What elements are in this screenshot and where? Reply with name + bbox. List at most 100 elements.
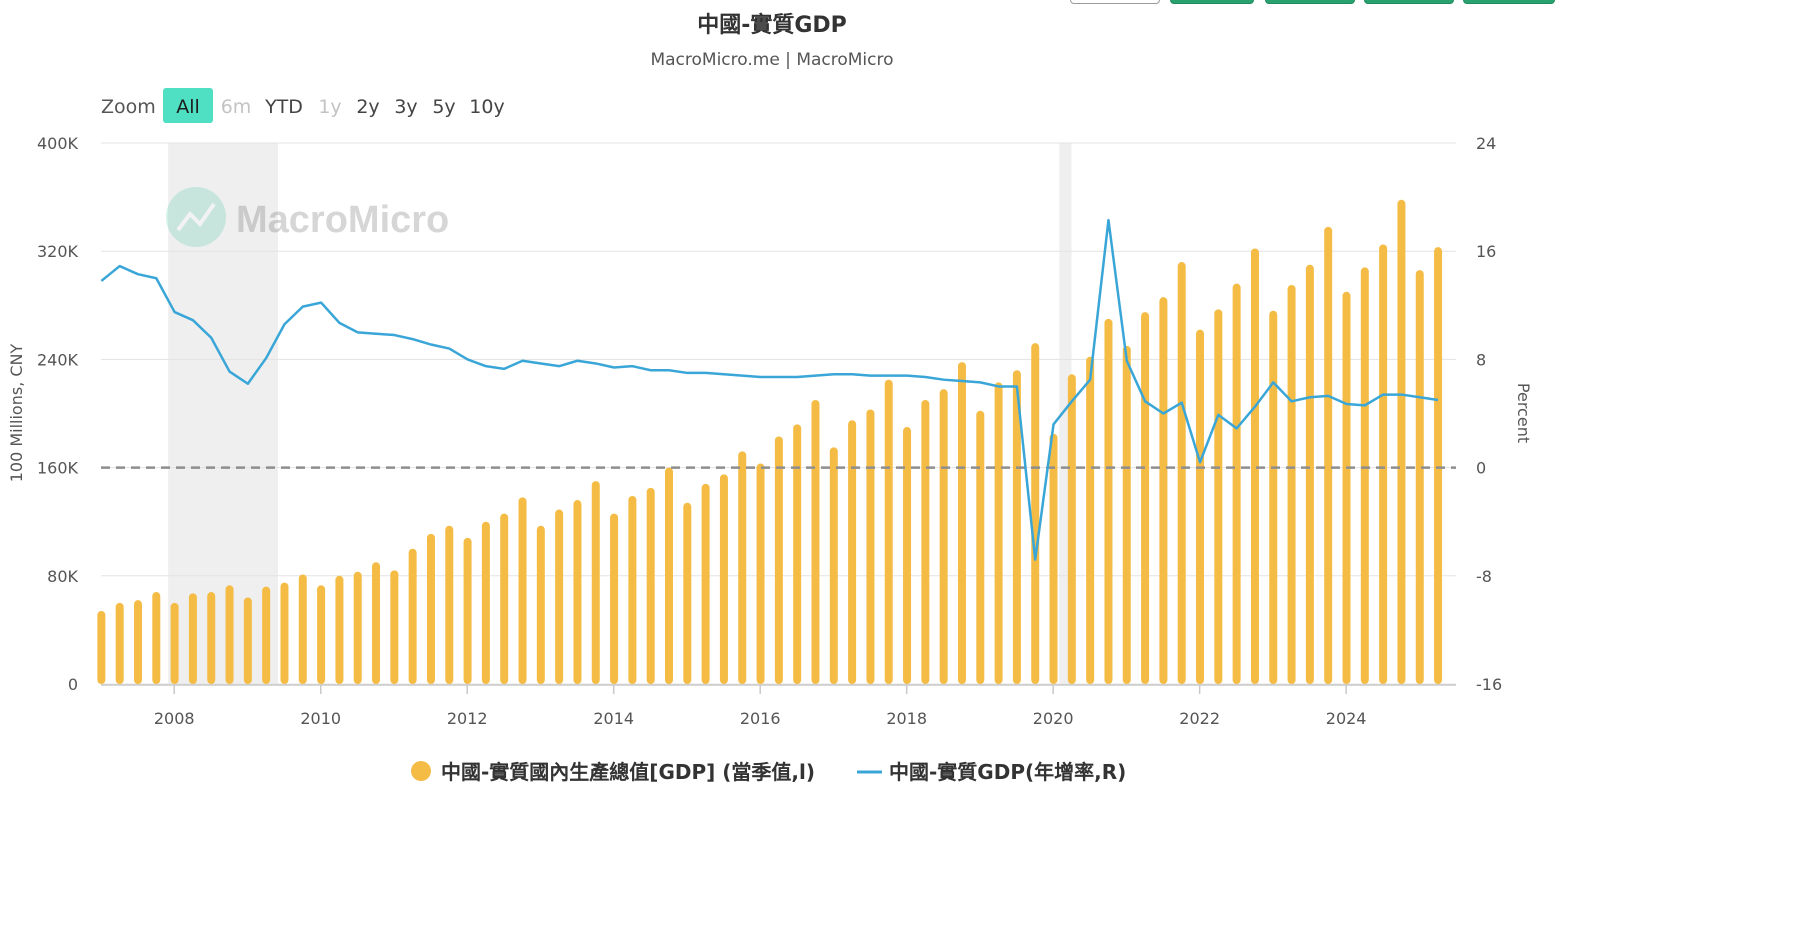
- bar-2011Q3[interactable]: [426, 533, 435, 684]
- bar-2009Q4[interactable]: [298, 574, 307, 684]
- bar-2009Q3[interactable]: [280, 582, 289, 684]
- bar-2007Q1[interactable]: [97, 610, 106, 684]
- bar-2018Q1[interactable]: [903, 427, 912, 684]
- y-right-axis-title: Percent: [1514, 383, 1533, 443]
- bar-2014Q2[interactable]: [628, 496, 637, 684]
- bar-2020Q2[interactable]: [1067, 374, 1076, 684]
- legend-item-bar[interactable]: 中國-實質國內生產總值[GDP] (當季值,l): [411, 760, 815, 784]
- legend-bar-label: 中國-實質國內生產總值[GDP] (當季值,l): [441, 760, 815, 784]
- bar-2007Q3[interactable]: [133, 600, 142, 684]
- x-tick-label-2024: 2024: [1326, 709, 1367, 728]
- bar-2021Q3[interactable]: [1159, 297, 1168, 684]
- bar-2008Q1[interactable]: [170, 602, 179, 684]
- bar-2017Q4[interactable]: [884, 379, 893, 684]
- legend-item-line[interactable]: 中國-實質GDP(年增率,R): [857, 760, 1126, 784]
- bar-2023Q4[interactable]: [1324, 226, 1333, 685]
- bar-2010Q2[interactable]: [335, 575, 344, 684]
- bar-2010Q3[interactable]: [353, 571, 362, 684]
- zoom-YTD-button[interactable]: YTD: [264, 96, 303, 118]
- zoom-10y-button[interactable]: 10y: [469, 96, 504, 118]
- bar-2015Q1[interactable]: [683, 502, 692, 684]
- bar-2016Q2[interactable]: [774, 436, 783, 684]
- bar-2017Q2[interactable]: [848, 420, 857, 684]
- bar-2025Q1[interactable]: [1415, 270, 1424, 684]
- bar-2025Q2[interactable]: [1434, 247, 1443, 684]
- y-right-tick-label-1: -8: [1476, 567, 1492, 586]
- bar-2016Q4[interactable]: [811, 399, 820, 684]
- bar-2011Q2[interactable]: [408, 548, 417, 684]
- bar-2017Q3[interactable]: [866, 409, 875, 684]
- zoom-All-button[interactable]: All: [176, 96, 200, 118]
- y-left-axis-title: 100 Millions, CNY: [7, 343, 26, 482]
- bar-2012Q4[interactable]: [518, 497, 527, 684]
- bar-2016Q3[interactable]: [793, 424, 802, 684]
- bar-2020Q4[interactable]: [1104, 318, 1113, 684]
- bar-2023Q2[interactable]: [1287, 285, 1296, 684]
- bar-2023Q3[interactable]: [1305, 264, 1314, 684]
- bar-2013Q1[interactable]: [536, 525, 545, 684]
- bar-2022Q1[interactable]: [1196, 329, 1205, 684]
- bar-2024Q1[interactable]: [1342, 291, 1351, 684]
- bar-2012Q1[interactable]: [463, 537, 472, 684]
- bar-2011Q1[interactable]: [390, 570, 399, 684]
- bar-2019Q4[interactable]: [1031, 343, 1040, 684]
- bar-2017Q1[interactable]: [829, 447, 838, 684]
- bar-2022Q2[interactable]: [1214, 309, 1223, 684]
- bar-2021Q2[interactable]: [1141, 312, 1150, 684]
- bar-2015Q3[interactable]: [719, 474, 728, 684]
- bar-2019Q1[interactable]: [976, 410, 985, 684]
- legend-bar-swatch-icon: [411, 761, 431, 781]
- bar-2021Q1[interactable]: [1122, 345, 1131, 684]
- bar-2020Q1[interactable]: [1049, 433, 1058, 684]
- y-left-tick-label-1: 80K: [47, 567, 78, 586]
- watermark-logo-icon: [166, 187, 226, 247]
- bar-2007Q4[interactable]: [152, 592, 161, 684]
- bar-2013Q4[interactable]: [591, 481, 600, 684]
- y-right-tick-label-5: 24: [1476, 134, 1496, 153]
- bar-2011Q4[interactable]: [445, 525, 454, 684]
- bar-2019Q2[interactable]: [994, 382, 1003, 684]
- bar-2010Q4[interactable]: [372, 562, 381, 684]
- bar-2015Q4[interactable]: [738, 451, 747, 684]
- x-tick-label-2018: 2018: [886, 709, 927, 728]
- y-right-tick-label-4: 16: [1476, 242, 1496, 261]
- bar-2016Q1[interactable]: [756, 463, 765, 684]
- y-right-tick-label-2: 0: [1476, 459, 1486, 478]
- bar-2012Q2[interactable]: [481, 521, 490, 684]
- y-left-tick-label-2: 160K: [37, 459, 79, 478]
- zoom-6m-button[interactable]: 6m: [221, 96, 252, 118]
- bar-2014Q4[interactable]: [665, 467, 674, 684]
- chart-subtitle: MacroMicro.me | MacroMicro: [650, 50, 893, 70]
- bar-2020Q3[interactable]: [1086, 356, 1095, 684]
- zoom-3y-button[interactable]: 3y: [394, 96, 417, 118]
- bar-2018Q3[interactable]: [939, 389, 948, 684]
- bar-2022Q4[interactable]: [1250, 248, 1259, 684]
- zoom-2y-button[interactable]: 2y: [356, 96, 379, 118]
- zoom-5y-button[interactable]: 5y: [432, 96, 455, 118]
- bar-2021Q4[interactable]: [1177, 262, 1186, 684]
- bar-2008Q3[interactable]: [207, 592, 216, 684]
- bar-2024Q2[interactable]: [1360, 267, 1369, 684]
- bar-2023Q1[interactable]: [1269, 310, 1278, 684]
- bar-2024Q3[interactable]: [1379, 244, 1388, 684]
- bar-2010Q1[interactable]: [317, 585, 326, 684]
- bar-2022Q3[interactable]: [1232, 283, 1241, 684]
- bar-2024Q4[interactable]: [1397, 199, 1406, 684]
- bar-2009Q1[interactable]: [243, 597, 252, 684]
- bar-2015Q2[interactable]: [701, 483, 710, 684]
- bar-2012Q3[interactable]: [500, 513, 509, 684]
- bar-2008Q4[interactable]: [225, 585, 234, 684]
- bar-2008Q2[interactable]: [188, 593, 197, 684]
- bar-2014Q3[interactable]: [646, 487, 655, 684]
- legend-line-label: 中國-實質GDP(年增率,R): [889, 760, 1126, 784]
- zoom-control: Zoom All 6m YTD 1y 2y 3y 5y 10y: [101, 88, 505, 123]
- gdp-chart: MacroMicro 2008 2010 2012 2014 2016 2018 2020 2…: [7, 12, 1533, 784]
- bar-2018Q4[interactable]: [957, 362, 966, 684]
- bar-2013Q3[interactable]: [573, 500, 582, 684]
- zoom-1y-button[interactable]: 1y: [318, 96, 341, 118]
- bar-2007Q2[interactable]: [115, 602, 124, 684]
- bar-2018Q2[interactable]: [921, 399, 930, 684]
- bar-2009Q2[interactable]: [262, 586, 271, 684]
- bar-2014Q1[interactable]: [610, 513, 619, 684]
- bar-2013Q2[interactable]: [555, 509, 564, 684]
